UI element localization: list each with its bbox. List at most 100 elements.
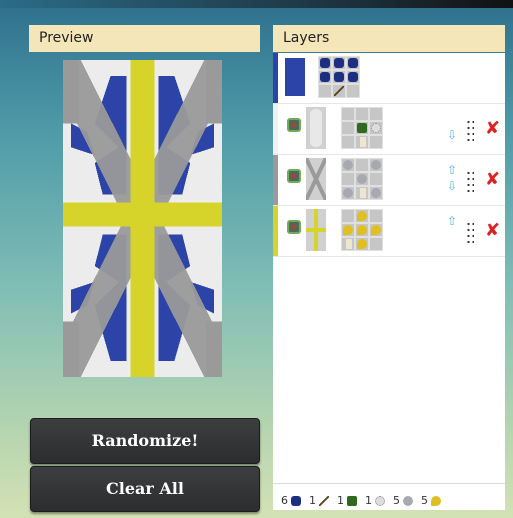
recipe-slot (355, 107, 369, 121)
crafting-recipe (318, 56, 360, 98)
layer-color-bar (273, 155, 278, 205)
recipe-slot (341, 186, 355, 200)
recipe-slot (341, 107, 355, 121)
recipe-slot (318, 84, 332, 98)
recipe-slot (346, 84, 360, 98)
top-bar (0, 0, 513, 8)
recipe-slot (369, 107, 383, 121)
recipe-slot (355, 223, 369, 237)
recipe-slot (346, 70, 360, 84)
loom-icon (287, 118, 301, 132)
material-count: 1 (337, 494, 357, 507)
blue-wool-icon (320, 72, 330, 82)
layers-header: Layers (273, 25, 505, 52)
blue-wool-icon (320, 58, 330, 68)
delete-layer-icon[interactable]: ✘ (485, 118, 500, 139)
recipe-slot (341, 223, 355, 237)
recipe-slot (369, 172, 383, 186)
pattern-cross-icon (304, 157, 328, 201)
material-count-number: 6 (281, 493, 288, 507)
layer-row[interactable]: ⇧ ⇩ ✘ (273, 155, 505, 206)
material-count: 1 (309, 494, 329, 507)
recipe-slot (346, 56, 360, 70)
banner-icon (346, 239, 352, 249)
fern-icon (357, 123, 367, 133)
recipe-slot (341, 158, 355, 172)
layer-color-bar (273, 104, 278, 154)
stick-icon (319, 496, 329, 506)
recipe-slot (369, 121, 383, 135)
recipe-slot (341, 135, 355, 149)
material-count: 5 (393, 494, 413, 507)
material-count: 5 (421, 494, 441, 507)
layer-color-bar (273, 206, 278, 256)
yellow-dye-icon (357, 225, 367, 235)
blue-wool-icon (334, 58, 344, 68)
yellow-dye-icon (357, 239, 367, 249)
pattern-flower-border-icon (306, 107, 326, 149)
recipe-slot (318, 70, 332, 84)
delete-layer-icon[interactable]: ✘ (485, 220, 500, 241)
recipe-slot (318, 56, 332, 70)
oxeye-daisy-icon (371, 123, 381, 133)
recipe-slot (355, 121, 369, 135)
recipe-slot (341, 121, 355, 135)
fern-icon (347, 496, 357, 506)
move-up-arrow-icon[interactable]: ⇧ (447, 163, 457, 177)
recipe-slot (341, 209, 355, 223)
gray-dye-icon (343, 160, 353, 170)
recipe-slot (355, 135, 369, 149)
yellow-dye-icon (371, 225, 381, 235)
move-up-arrow-icon[interactable]: ⇧ (447, 214, 457, 228)
layer-color-bar (273, 53, 278, 103)
crafting-recipe (341, 158, 383, 200)
material-count: 6 (281, 494, 301, 507)
gray-dye-icon (371, 188, 381, 198)
drag-handle-icon[interactable] (466, 119, 474, 141)
recipe-slot (355, 237, 369, 251)
recipe-slot (355, 158, 369, 172)
delete-layer-icon[interactable]: ✘ (485, 169, 500, 190)
material-count: 1 (365, 494, 385, 507)
recipe-slot (355, 186, 369, 200)
recipe-slot (341, 237, 355, 251)
gray-dye-icon (371, 160, 381, 170)
drag-handle-icon[interactable] (466, 170, 474, 192)
blue-wool-icon (348, 72, 358, 82)
recipe-slot (332, 56, 346, 70)
materials-summary: 6 1 1 1 5 5 (273, 483, 505, 510)
material-count-number: 1 (309, 493, 316, 507)
material-count-number: 5 (421, 493, 428, 507)
move-down-arrow-icon[interactable]: ⇩ (447, 179, 457, 193)
recipe-slot (369, 209, 383, 223)
gray-dye-icon (403, 496, 413, 506)
base-color-swatch[interactable] (285, 58, 305, 96)
yellow-dye-icon (357, 211, 367, 221)
oxeye-daisy-icon (375, 496, 385, 506)
recipe-slot (332, 70, 346, 84)
blue-wool-icon (348, 58, 358, 68)
layer-row[interactable]: ⇧ ✘ (273, 206, 505, 257)
randomize-button[interactable]: Randomize! (30, 418, 260, 464)
layer-row[interactable]: ⇩ ✘ (273, 104, 505, 155)
yellow-dye-icon (431, 496, 441, 506)
clear-all-button[interactable]: Clear All (30, 466, 260, 512)
drag-handle-icon[interactable] (466, 221, 474, 243)
loom-icon (287, 169, 301, 183)
yellow-dye-icon (343, 225, 353, 235)
recipe-slot (369, 237, 383, 251)
crafting-recipe (341, 209, 383, 251)
material-count-number: 1 (337, 493, 344, 507)
crafting-recipe (341, 107, 383, 149)
preview-header: Preview (29, 25, 260, 52)
loom-icon (287, 220, 301, 234)
gray-dye-icon (357, 174, 367, 184)
move-down-arrow-icon[interactable]: ⇩ (447, 128, 457, 142)
banner-preview (63, 60, 222, 377)
layer-row[interactable] (273, 53, 505, 104)
recipe-slot (355, 209, 369, 223)
blue-wool-icon (334, 72, 344, 82)
pattern-straight-cross-icon (306, 209, 326, 251)
material-count-number: 5 (393, 493, 400, 507)
material-count-number: 1 (365, 493, 372, 507)
